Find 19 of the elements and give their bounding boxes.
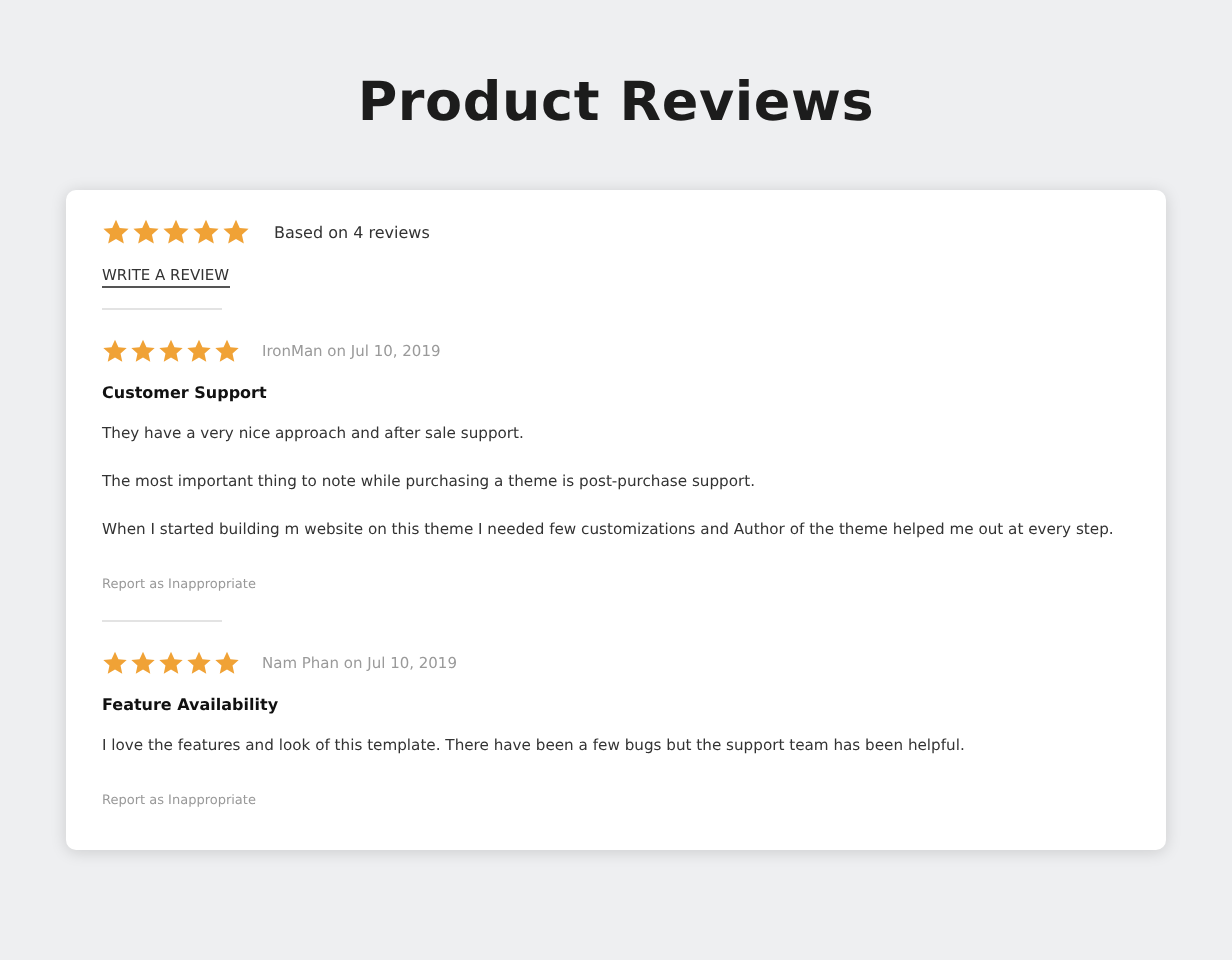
page-title: Product Reviews xyxy=(355,70,877,138)
star-icon xyxy=(192,218,220,246)
star-icon xyxy=(102,337,128,363)
star-icon xyxy=(186,337,212,363)
review-title: Customer Support xyxy=(102,382,269,406)
star-icon xyxy=(130,337,156,363)
star-icon xyxy=(186,649,212,675)
star-icon xyxy=(102,218,130,246)
star-icon xyxy=(214,337,240,363)
star-icon xyxy=(158,649,184,675)
star-icon xyxy=(222,218,250,246)
star-icon xyxy=(214,649,240,675)
star-icon xyxy=(162,218,190,246)
review-count: Based on 4 reviews xyxy=(274,223,430,241)
star-icon xyxy=(132,218,160,246)
star-icon xyxy=(158,337,184,363)
star-icon xyxy=(102,649,128,675)
review-title: Feature Availability xyxy=(102,694,281,718)
star-icon xyxy=(130,649,156,675)
